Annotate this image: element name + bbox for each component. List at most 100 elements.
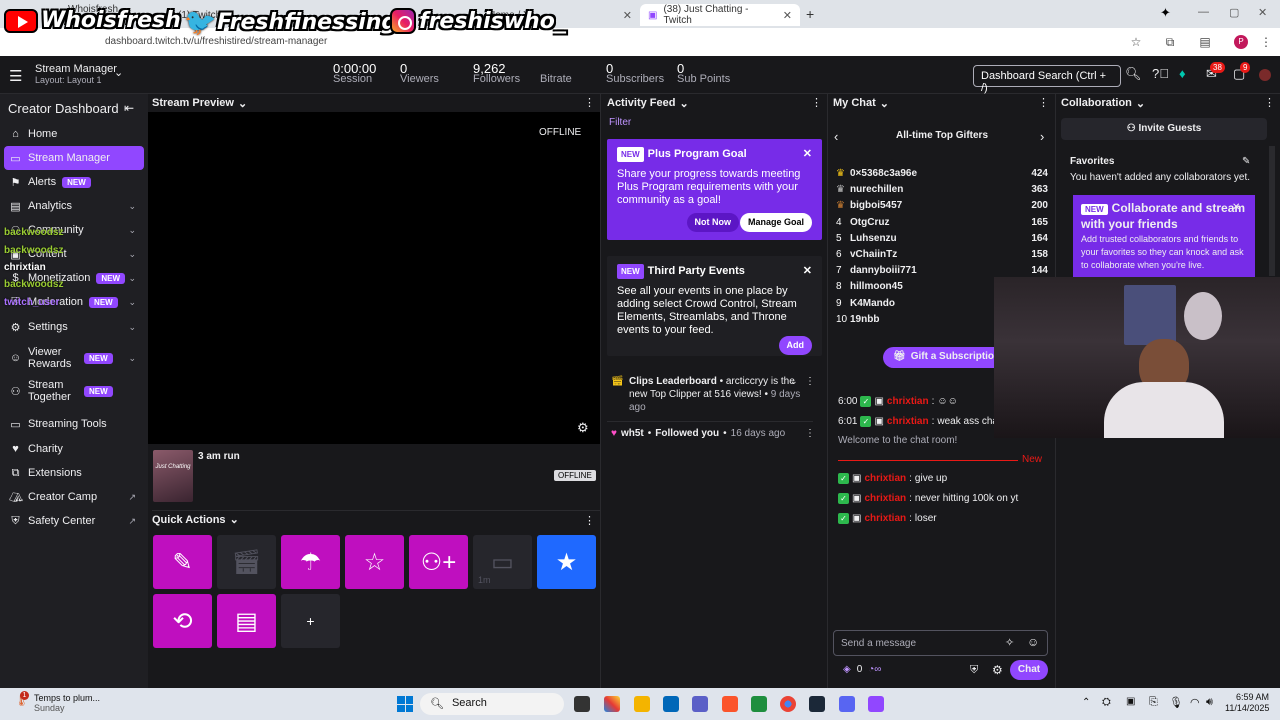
channel-points[interactable]: ◈ 0 ◔∞ <box>843 664 881 675</box>
chevron-down-icon[interactable]: ⌄ <box>128 273 136 284</box>
quick-action-pencil[interactable]: ✎ <box>153 535 212 589</box>
sidebar-item-settings[interactable]: ⚙ Settings ⌄ <box>4 315 144 339</box>
chevron-down-icon[interactable]: ⌄ <box>128 225 136 236</box>
scrollbar[interactable] <box>1269 146 1275 276</box>
chat-input[interactable]: Send a message <box>833 630 1048 656</box>
more-options-icon[interactable]: ⋮ <box>811 96 822 109</box>
sidebar-item-stream-manager[interactable]: ▭ Stream Manager <box>4 146 144 170</box>
sidebar-item-creator-camp[interactable]: ⛺︎ Creator Camp ↗ <box>4 485 144 509</box>
sidebar-item-alerts[interactable]: ⚑ Alerts NEW <box>4 170 144 194</box>
add-button[interactable]: Add <box>778 336 812 355</box>
sidepanel-icon[interactable]: ▤ <box>1197 34 1213 50</box>
chat-username[interactable]: chrixtian <box>864 493 906 504</box>
close-icon[interactable]: ✕ <box>623 9 632 22</box>
quick-action-ad[interactable]: ▭ 1m <box>473 535 532 589</box>
avatar[interactable] <box>1259 69 1271 81</box>
close-icon[interactable]: ✕ <box>803 265 812 278</box>
clock[interactable]: 6:59 AM 11/14/2025 <box>1225 692 1269 714</box>
windows-start-icon[interactable] <box>397 696 413 712</box>
gifter-row[interactable]: ♛ bigboi5457 200 <box>836 200 1048 211</box>
more-options-icon[interactable]: ⋮ <box>584 96 595 109</box>
gifter-row[interactable]: 6 vChaiinTz 158 <box>836 249 1048 260</box>
menu-dots-icon[interactable]: ⋮ <box>1258 34 1274 50</box>
smiley-icon[interactable]: ☺ <box>1027 635 1039 649</box>
sidebar-item-home[interactable]: ⌂ Home <box>4 122 144 146</box>
weather-widget[interactable]: Temps to plum... Sunday <box>34 693 100 713</box>
manage-goal-button[interactable]: Manage Goal <box>739 213 812 232</box>
quick-action-raid[interactable]: ☂ <box>281 535 340 589</box>
browser-tab-active[interactable]: ▣ (38) Just Chatting - Twitch ✕ <box>640 4 800 26</box>
chevron-down-icon[interactable]: ⌄ <box>679 97 688 110</box>
steam-icon[interactable] <box>809 696 825 712</box>
chevron-down-icon[interactable]: ⌄ <box>114 66 123 79</box>
more-options-icon[interactable]: ⋮ <box>805 376 815 387</box>
brave-icon[interactable] <box>722 696 738 712</box>
gift-subscription-button[interactable]: 🎁︎ Gift a Subscription <box>883 347 1011 368</box>
close-icon[interactable]: ✕ <box>783 9 792 22</box>
chat-username[interactable]: chrixtian <box>864 513 906 524</box>
dashboard-search-input[interactable]: Dashboard Search (Ctrl + /) <box>973 65 1121 94</box>
chevron-down-icon[interactable]: ⌄ <box>128 322 136 333</box>
chevron-down-icon[interactable]: ⌄ <box>128 353 136 364</box>
bookmark-star-icon[interactable]: ☆ <box>1128 34 1144 50</box>
quick-action-replay[interactable]: ⟲ <box>153 594 212 648</box>
chat-username[interactable]: chrixtian <box>864 473 906 484</box>
close-window-icon[interactable]: ✕ <box>1258 6 1267 19</box>
gifter-row[interactable]: 5 Luhsenzu 164 <box>836 233 1048 244</box>
chevron-down-icon[interactable]: ⌄ <box>128 201 136 212</box>
gifter-row[interactable]: 7 dannyboiii771 144 <box>836 265 1048 276</box>
search-icon[interactable]: 🔍︎ <box>1125 66 1142 82</box>
discord-icon[interactable] <box>839 696 855 712</box>
tray-icon[interactable]: ⎘ <box>1149 696 1158 709</box>
gifter-row[interactable]: 4 OtgCruz 165 <box>836 217 1048 228</box>
volume-icon[interactable]: 🔊︎ <box>1206 696 1213 709</box>
gifter-row[interactable]: ♛ nurechillen 363 <box>836 184 1048 195</box>
tray-icon[interactable]: ⛭ <box>1102 696 1111 709</box>
chrome-icon[interactable] <box>780 696 796 712</box>
quick-action-add-user[interactable]: ⚇+ <box>409 535 468 589</box>
more-options-icon[interactable]: ⋮ <box>1264 96 1275 109</box>
sidebar-item-safety-center[interactable]: ⛨ Safety Center ↗ <box>4 509 144 533</box>
shield-icon[interactable]: ⛨ <box>970 664 978 677</box>
chevron-down-icon[interactable]: ⌄ <box>238 97 247 110</box>
video-player[interactable]: OFFLINE ⚙ <box>148 112 600 444</box>
maximize-icon[interactable]: ▢ <box>1229 6 1239 19</box>
url-text[interactable]: dashboard.twitch.tv/u/freshistired/strea… <box>105 36 327 47</box>
extensions-icon[interactable]: ⧉ <box>1162 34 1178 50</box>
more-options-icon[interactable]: ⋮ <box>584 514 595 527</box>
microphone-icon[interactable]: 🎙︎ <box>1169 696 1183 709</box>
more-options-icon[interactable]: ⋮ <box>805 428 815 439</box>
help-icon[interactable]: ?⃝ <box>1152 66 1169 81</box>
teams-icon[interactable] <box>692 696 708 712</box>
chat-username[interactable]: chrixtian <box>887 396 929 407</box>
quick-action-star[interactable]: ☆ <box>345 535 404 589</box>
app-icon[interactable] <box>751 696 767 712</box>
category-thumbnail[interactable]: Just Chatting <box>153 450 193 502</box>
taskbar-search[interactable]: 🔍︎ Search <box>420 693 564 715</box>
edit-icon[interactable]: ✎ <box>1242 156 1250 167</box>
collapse-icon[interactable]: ⇤ <box>124 101 134 115</box>
obs-icon[interactable] <box>868 696 884 712</box>
chevron-down-icon[interactable]: ⌄ <box>790 376 798 387</box>
sidebar-item-charity[interactable]: ♥ Charity <box>4 437 144 461</box>
chevron-down-icon[interactable]: ⌄ <box>1136 97 1145 110</box>
invite-guests-button[interactable]: ⚇ Invite Guests <box>1061 118 1267 140</box>
gear-icon[interactable]: ⚙ <box>577 420 589 436</box>
chevron-right-icon[interactable]: › <box>1040 129 1044 144</box>
sparkle-icon[interactable]: ✦ <box>1160 5 1171 21</box>
chevron-down-icon[interactable]: ⌄ <box>230 513 239 526</box>
gear-icon[interactable]: ⚙ <box>992 663 1003 677</box>
sidebar-item-analytics[interactable]: ▤ Analytics ⌄ <box>4 194 144 218</box>
crown-icon[interactable]: ♦ <box>1179 66 1186 81</box>
chevron-down-icon[interactable]: ⌄ <box>128 249 136 260</box>
chat-send-button[interactable]: Chat <box>1010 660 1048 680</box>
hamburger-menu-icon[interactable]: ☰ <box>9 67 22 85</box>
chevron-down-icon[interactable]: ⌄ <box>128 297 136 308</box>
task-view-icon[interactable] <box>574 696 590 712</box>
quick-action-plus[interactable]: + <box>281 594 340 648</box>
gifter-row[interactable]: ♛ 0×5368c3a96e 424 <box>836 168 1048 179</box>
quick-action-clip[interactable]: 🎬︎ <box>217 535 276 589</box>
file-explorer-icon[interactable] <box>634 696 650 712</box>
more-options-icon[interactable]: ⋮ <box>1038 96 1049 109</box>
copilot-icon[interactable] <box>604 696 620 712</box>
